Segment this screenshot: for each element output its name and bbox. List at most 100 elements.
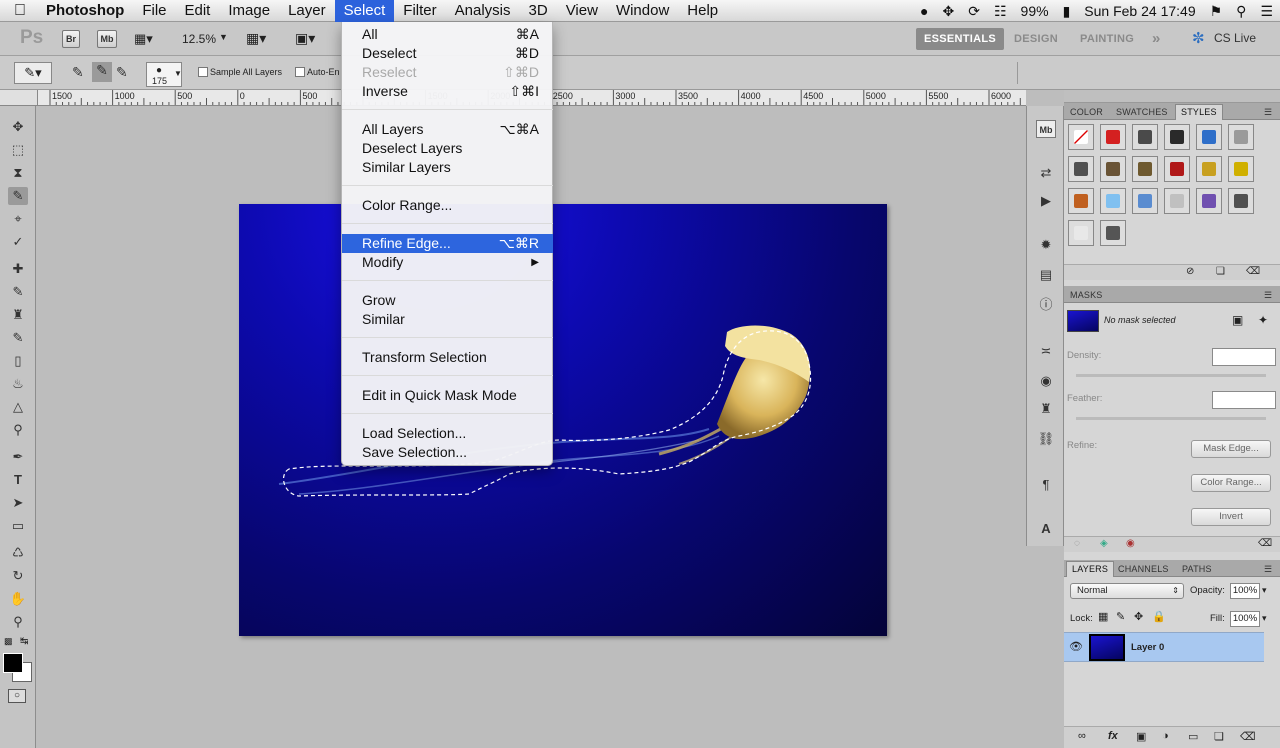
history-brush-tool-icon[interactable]: ✎: [8, 329, 28, 347]
quick-selection-tool-icon[interactable]: ✎: [8, 187, 28, 205]
vector-mask-icon[interactable]: ✦: [1258, 313, 1268, 327]
menu-help[interactable]: Help: [678, 0, 727, 22]
style-swatch[interactable]: [1068, 188, 1094, 214]
brush-presets-icon[interactable]: ≍: [1036, 342, 1056, 360]
style-swatch[interactable]: [1132, 156, 1158, 182]
subtract-selection-brush-icon[interactable]: ✎: [116, 64, 128, 81]
sample-all-layers-checkbox[interactable]: [198, 67, 208, 77]
menu-analysis[interactable]: Analysis: [446, 0, 520, 22]
menu-filter[interactable]: Filter: [394, 0, 445, 22]
style-swatch[interactable]: [1132, 124, 1158, 150]
rectangle-tool-icon[interactable]: ▭: [8, 517, 28, 535]
menu-item-deselect-layers[interactable]: Deselect Layers: [342, 139, 553, 158]
move-status-icon[interactable]: ✥: [936, 3, 962, 20]
workspace-design[interactable]: DESIGN: [1014, 28, 1058, 50]
feather-field[interactable]: [1212, 391, 1276, 409]
load-selection-icon[interactable]: ◌: [1074, 538, 1080, 549]
new-group-icon[interactable]: ▭: [1188, 730, 1198, 743]
crop-tool-icon[interactable]: ⌖: [8, 210, 28, 228]
invert-button[interactable]: Invert: [1191, 508, 1271, 526]
menu-item-modify[interactable]: Modify ▶: [342, 253, 553, 272]
density-slider[interactable]: [1076, 374, 1266, 377]
style-swatch[interactable]: [1228, 188, 1254, 214]
brush-tool-icon[interactable]: ✎: [8, 283, 28, 301]
density-field[interactable]: [1212, 348, 1276, 366]
character-icon[interactable]: A: [1036, 520, 1056, 538]
fx-icon[interactable]: fx: [1108, 730, 1118, 742]
hand-tool-icon[interactable]: ✋: [8, 590, 28, 608]
tab-styles[interactable]: STYLES: [1175, 104, 1223, 120]
clock[interactable]: Sun Feb 24 17:49: [1077, 3, 1202, 19]
actions-icon[interactable]: ▶: [1036, 192, 1056, 210]
paint-bucket-tool-icon[interactable]: ♨: [8, 375, 28, 393]
brush-panel-icon[interactable]: ◉: [1036, 372, 1056, 390]
battery-status[interactable]: 99%: [1014, 3, 1056, 19]
bridge-button[interactable]: Br: [62, 30, 80, 48]
menu-item-refine-edge[interactable]: Refine Edge... ⌥⌘R: [342, 234, 553, 253]
menu-item-deselect[interactable]: Deselect ⌘D: [342, 44, 553, 63]
lasso-tool-icon[interactable]: ⧗: [8, 164, 28, 182]
eraser-tool-icon[interactable]: ▯: [8, 352, 28, 370]
tool-presets-icon[interactable]: ⛓: [1036, 430, 1056, 448]
link-layers-icon[interactable]: ∞: [1078, 730, 1086, 742]
menu-item-color-range[interactable]: Color Range...: [342, 196, 553, 215]
histogram-icon[interactable]: ▤: [1036, 266, 1056, 284]
menu-window[interactable]: Window: [607, 0, 678, 22]
tab-masks[interactable]: MASKS: [1070, 288, 1103, 302]
quick-mask-icon[interactable]: ○: [8, 689, 26, 703]
lock-all-icon[interactable]: 🔒: [1152, 610, 1166, 623]
feather-slider[interactable]: [1076, 417, 1266, 420]
layer-name[interactable]: Layer 0: [1131, 642, 1164, 653]
new-selection-brush-icon[interactable]: ✎: [72, 64, 84, 81]
menu-item-quick-mask[interactable]: Edit in Quick Mask Mode: [342, 386, 553, 405]
workspace-essentials[interactable]: ESSENTIALS: [916, 28, 1005, 50]
menu-item-transform-selection[interactable]: Transform Selection: [342, 348, 553, 367]
lock-transparent-icon[interactable]: ▦: [1098, 610, 1108, 623]
menu-item-load-selection[interactable]: Load Selection...: [342, 424, 553, 443]
fill-field[interactable]: 100%: [1230, 611, 1260, 627]
style-swatch[interactable]: [1100, 124, 1126, 150]
style-swatch[interactable]: [1164, 156, 1190, 182]
menu-item-grow[interactable]: Grow: [342, 291, 553, 310]
marquee-tool-icon[interactable]: ⬚: [8, 141, 28, 159]
zoom-level[interactable]: 12.5%: [182, 32, 216, 46]
info-icon[interactable]: ⓘ: [1036, 296, 1056, 314]
path-selection-tool-icon[interactable]: ➤: [8, 494, 28, 512]
mini-bridge-icon[interactable]: Mb: [1036, 120, 1056, 138]
auto-enhance-checkbox[interactable]: [295, 67, 305, 77]
add-mask-icon[interactable]: ▣: [1136, 730, 1146, 743]
more-workspaces-icon[interactable]: »: [1152, 28, 1161, 50]
layer-row[interactable]: 👁 Layer 0: [1064, 632, 1264, 662]
clear-style-icon[interactable]: ⊘: [1186, 266, 1194, 277]
healing-brush-tool-icon[interactable]: ✚: [8, 260, 28, 278]
menu-item-similar-layers[interactable]: Similar Layers: [342, 158, 553, 177]
tool-preset-picker[interactable]: ✎▾: [14, 62, 52, 84]
menu-item-all-layers[interactable]: All Layers ⌥⌘A: [342, 120, 553, 139]
style-swatch[interactable]: [1068, 124, 1094, 150]
ruler-origin[interactable]: [0, 90, 38, 106]
menu-item-similar[interactable]: Similar: [342, 310, 553, 329]
cs-live-icon[interactable]: ✼: [1192, 29, 1205, 47]
apply-mask-icon[interactable]: ◈: [1100, 538, 1108, 549]
menu-layer[interactable]: Layer: [279, 0, 335, 22]
default-colors-icon[interactable]: ▩: [4, 636, 13, 647]
menu-file[interactable]: File: [133, 0, 175, 22]
brush-picker[interactable]: ● 175 ▼: [146, 62, 182, 87]
mini-bridge-button[interactable]: Mb: [97, 30, 117, 48]
add-to-selection-brush-icon[interactable]: ✎: [92, 62, 112, 82]
paragraph-icon[interactable]: ¶: [1036, 476, 1056, 494]
style-swatch[interactable]: [1164, 124, 1190, 150]
lock-position-icon[interactable]: ✥: [1134, 610, 1143, 623]
apple-menu-icon[interactable]: : [0, 0, 40, 22]
menu-select[interactable]: Select: [334, 0, 395, 22]
adjustment-layer-icon[interactable]: ◑: [1162, 730, 1169, 742]
eye-icon[interactable]: 👁: [1069, 640, 1083, 653]
style-swatch[interactable]: [1196, 156, 1222, 182]
wifi-icon[interactable]: ☷: [987, 3, 1014, 20]
3d-rotate-tool-icon[interactable]: ♺: [8, 544, 28, 562]
style-swatch[interactable]: [1100, 220, 1126, 246]
color-range-button[interactable]: Color Range...: [1191, 474, 1271, 492]
style-swatch[interactable]: [1068, 220, 1094, 246]
delete-style-icon[interactable]: ⌫: [1246, 266, 1260, 277]
panel-menu-icon[interactable]: ☰: [1264, 105, 1272, 119]
